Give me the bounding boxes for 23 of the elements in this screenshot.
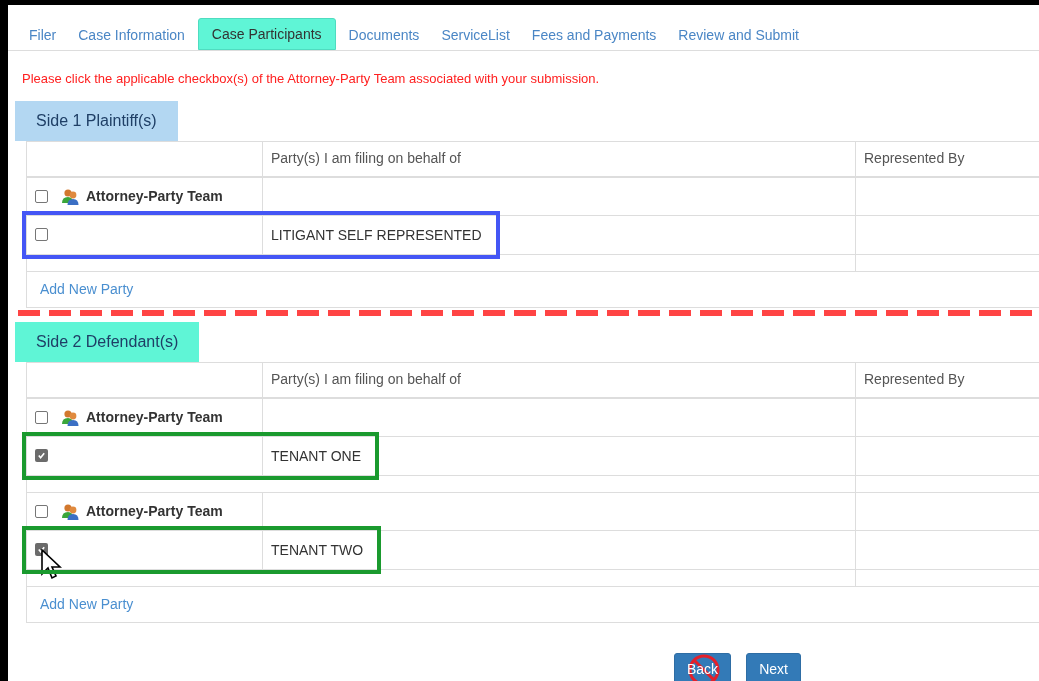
add-party-link[interactable]: Add New Party <box>40 593 134 615</box>
tab[interactable]: Documents <box>337 20 431 50</box>
column-header: Represented By <box>863 370 966 389</box>
add-party-link[interactable]: Add New Party <box>40 278 134 300</box>
next-button[interactable]: Next <box>746 652 801 681</box>
party-name: TENANT TWO <box>271 541 364 558</box>
side-heading: Side 1 Plaintiff(s) <box>15 100 178 141</box>
party-name: TENANT ONE <box>271 447 361 464</box>
tab[interactable]: Fees and Payments <box>520 20 668 50</box>
tab[interactable]: Review and Submit <box>667 20 810 50</box>
party-name: LITIGANT SELF REPRESENTED <box>271 226 482 243</box>
team-label: Attorney-Party Team <box>86 186 223 206</box>
side-heading: Side 2 Defendant(s) <box>15 321 200 362</box>
column-header: Party(s) I am filing on behalf of <box>263 362 856 397</box>
tab[interactable]: ServiceList <box>430 20 521 50</box>
tab[interactable]: Case Information <box>67 20 196 50</box>
column-header: Represented By <box>863 149 966 168</box>
team-label: Attorney-Party Team <box>86 407 223 427</box>
team-label: Attorney-Party Team <box>86 501 223 521</box>
column-header: Party(s) I am filing on behalf of <box>263 141 856 176</box>
instruction-text: Please click the applicable checkbox(s) of the Attorney-Party Team associated with your submission. <box>21 70 601 88</box>
tab[interactable]: Filer <box>18 20 68 50</box>
tab[interactable]: Case Participants <box>197 18 336 50</box>
